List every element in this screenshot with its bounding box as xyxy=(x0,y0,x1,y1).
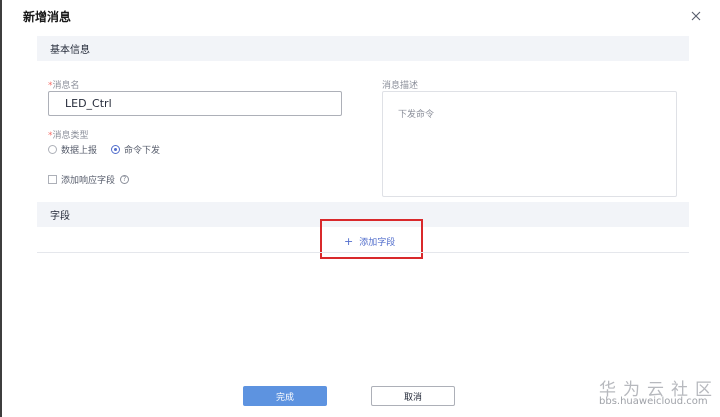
radio-command-issue-label: 命令下发 xyxy=(124,146,161,156)
radio-circle-selected[interactable] xyxy=(111,145,120,154)
confirm-button[interactable]: 完成 xyxy=(243,386,327,406)
description-value: 下发命令 xyxy=(398,110,435,120)
fields-divider xyxy=(37,252,689,253)
message-type-label: *消息类型 xyxy=(48,128,89,141)
add-field-label: 添加字段 xyxy=(359,238,396,248)
radio-data-report-label: 数据上报 xyxy=(61,146,98,156)
cancel-button[interactable]: 取消 xyxy=(371,386,455,406)
add-response-field-checkbox-row[interactable]: 添加响应字段 ? xyxy=(48,173,130,186)
basic-info-title: 基本信息 xyxy=(50,45,90,56)
add-field-button[interactable]: + 添加字段 xyxy=(320,219,423,259)
description-textarea[interactable]: 下发命令 xyxy=(382,91,677,197)
message-name-value: LED_Ctrl xyxy=(65,97,112,110)
dialog-title: 新增消息 xyxy=(23,10,72,24)
add-response-field-checkbox[interactable] xyxy=(48,175,57,184)
basic-info-section-header: 基本信息 xyxy=(37,36,689,61)
fields-title: 字段 xyxy=(50,211,70,222)
message-name-label-text: 消息名 xyxy=(52,81,80,91)
radio-data-report[interactable]: 数据上报 xyxy=(48,143,97,156)
window-left-edge xyxy=(0,0,2,417)
watermark-url: bbs.huaweicloud.com xyxy=(599,396,708,407)
message-name-input[interactable]: LED_Ctrl xyxy=(48,91,342,116)
help-icon[interactable]: ? xyxy=(120,175,130,184)
message-name-label: *消息名 xyxy=(48,78,80,91)
radio-command-issue[interactable]: 命令下发 xyxy=(111,143,160,156)
description-label: 消息描述 xyxy=(382,81,419,91)
plus-icon: + xyxy=(344,235,354,248)
add-response-field-label: 添加响应字段 xyxy=(61,176,116,186)
close-icon[interactable] xyxy=(690,10,702,22)
radio-circle[interactable] xyxy=(48,145,57,154)
message-type-label-text: 消息类型 xyxy=(52,131,89,141)
